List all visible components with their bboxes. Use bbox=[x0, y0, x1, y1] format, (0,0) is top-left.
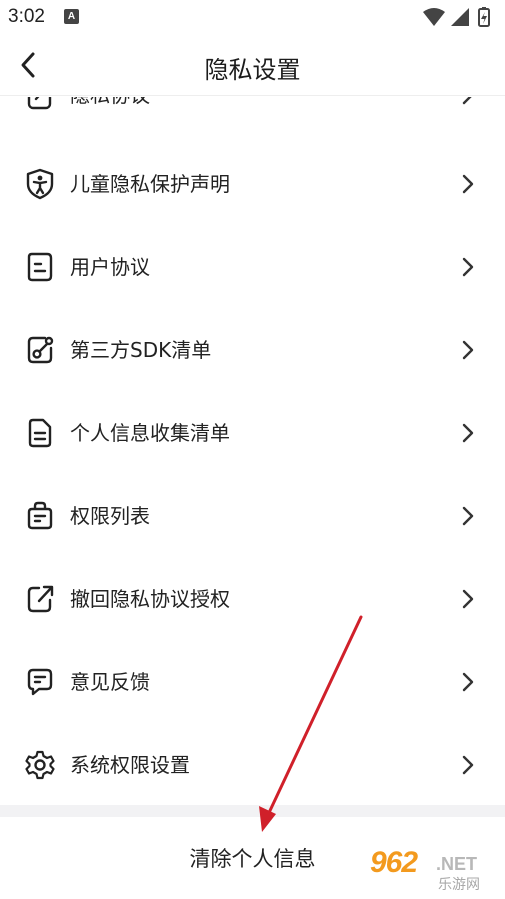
share-out-icon bbox=[27, 585, 54, 612]
document-icon bbox=[27, 252, 53, 281]
chevron-right-icon bbox=[462, 672, 474, 691]
settings-list: 隐私协议 儿童隐私保护声明 用户协议 第三方S bbox=[0, 97, 505, 805]
app-bar: 隐私设置 bbox=[0, 34, 505, 96]
site-watermark: 962 .NET 乐游网 bbox=[366, 846, 502, 896]
chevron-right-icon bbox=[462, 257, 474, 276]
menu-item-feedback[interactable]: 意见反馈 bbox=[0, 640, 505, 723]
edit-doc-icon bbox=[27, 97, 52, 109]
menu-item-privacy-agreement[interactable]: 隐私协议 bbox=[0, 97, 505, 136]
link-square-icon bbox=[27, 336, 54, 363]
menu-item-label: 意见反馈 bbox=[70, 669, 150, 694]
chevron-right-icon bbox=[462, 423, 474, 442]
menu-item-label: 权限列表 bbox=[70, 503, 150, 528]
status-icons bbox=[423, 7, 490, 27]
file-list-icon bbox=[28, 418, 52, 447]
notification-badge-icon: A bbox=[64, 9, 79, 24]
menu-item-user-agreement[interactable]: 用户协议 bbox=[0, 225, 505, 308]
menu-item-system-permissions[interactable]: 系统权限设置 bbox=[0, 723, 505, 805]
menu-item-label: 个人信息收集清单 bbox=[70, 420, 230, 445]
bag-icon bbox=[27, 501, 53, 529]
battery-icon bbox=[478, 7, 490, 27]
watermark-suffix: .NET bbox=[436, 854, 478, 874]
menu-item-child-privacy[interactable]: 儿童隐私保护声明 bbox=[0, 142, 505, 225]
wifi-icon bbox=[423, 8, 445, 26]
menu-item-permission-list[interactable]: 权限列表 bbox=[0, 474, 505, 557]
menu-item-label: 儿童隐私保护声明 bbox=[70, 171, 230, 196]
menu-item-label: 隐私协议 bbox=[70, 97, 150, 109]
gear-icon bbox=[25, 750, 55, 779]
menu-item-label: 用户协议 bbox=[70, 254, 150, 279]
feedback-icon bbox=[27, 668, 53, 695]
menu-item-revoke-authorization[interactable]: 撤回隐私协议授权 bbox=[0, 557, 505, 640]
status-time: 3:02 bbox=[8, 6, 45, 27]
chevron-right-icon bbox=[462, 755, 474, 774]
menu-item-third-party-sdk[interactable]: 第三方SDK清单 bbox=[0, 308, 505, 391]
chevron-right-icon bbox=[462, 340, 474, 359]
signal-icon bbox=[451, 8, 469, 26]
menu-item-personal-info-list[interactable]: 个人信息收集清单 bbox=[0, 391, 505, 474]
section-divider bbox=[0, 805, 505, 817]
chevron-right-icon bbox=[462, 97, 472, 104]
chevron-right-icon bbox=[462, 174, 474, 193]
menu-item-label: 撤回隐私协议授权 bbox=[70, 586, 230, 611]
chevron-right-icon bbox=[462, 506, 474, 525]
chevron-right-icon bbox=[462, 589, 474, 608]
child-shield-icon bbox=[26, 168, 54, 199]
watermark-site-name: 乐游网 bbox=[438, 877, 480, 893]
status-bar: 3:02 A bbox=[0, 0, 505, 34]
watermark-number: 962 bbox=[370, 846, 418, 879]
menu-item-label: 系统权限设置 bbox=[70, 752, 190, 777]
menu-item-label: 第三方SDK清单 bbox=[70, 337, 212, 362]
page-title: 隐私设置 bbox=[204, 56, 301, 84]
